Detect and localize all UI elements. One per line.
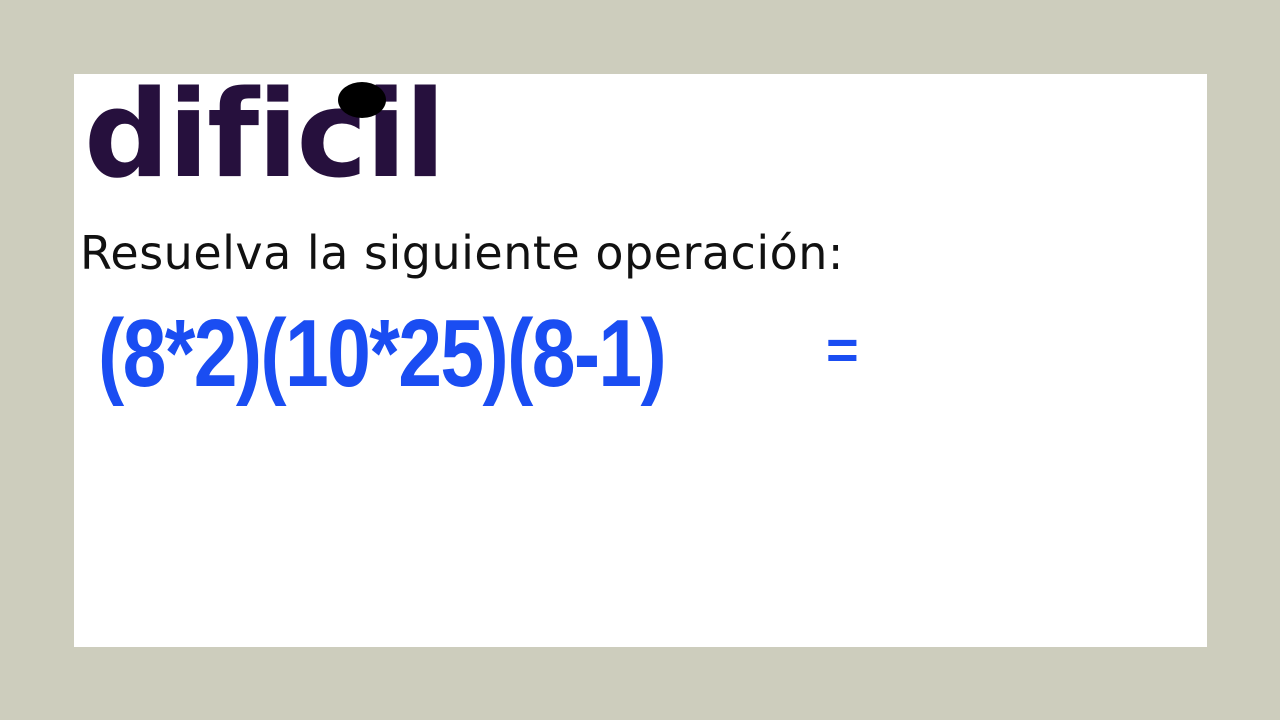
instruction-text: Resuelva la siguiente operación: (80, 226, 844, 280)
title-dot-decoration (338, 82, 386, 118)
equals-sign: = (826, 318, 859, 381)
presentation-canvas: dificil Resuelva la siguiente operación:… (0, 0, 1280, 720)
expression-text: (8*2)(10*25)(8-1) (98, 300, 667, 407)
math-expression: (8*2)(10*25)(8-1) (98, 294, 790, 414)
slide: dificil Resuelva la siguiente operación:… (74, 74, 1207, 647)
slide-title: dificil (84, 74, 446, 205)
